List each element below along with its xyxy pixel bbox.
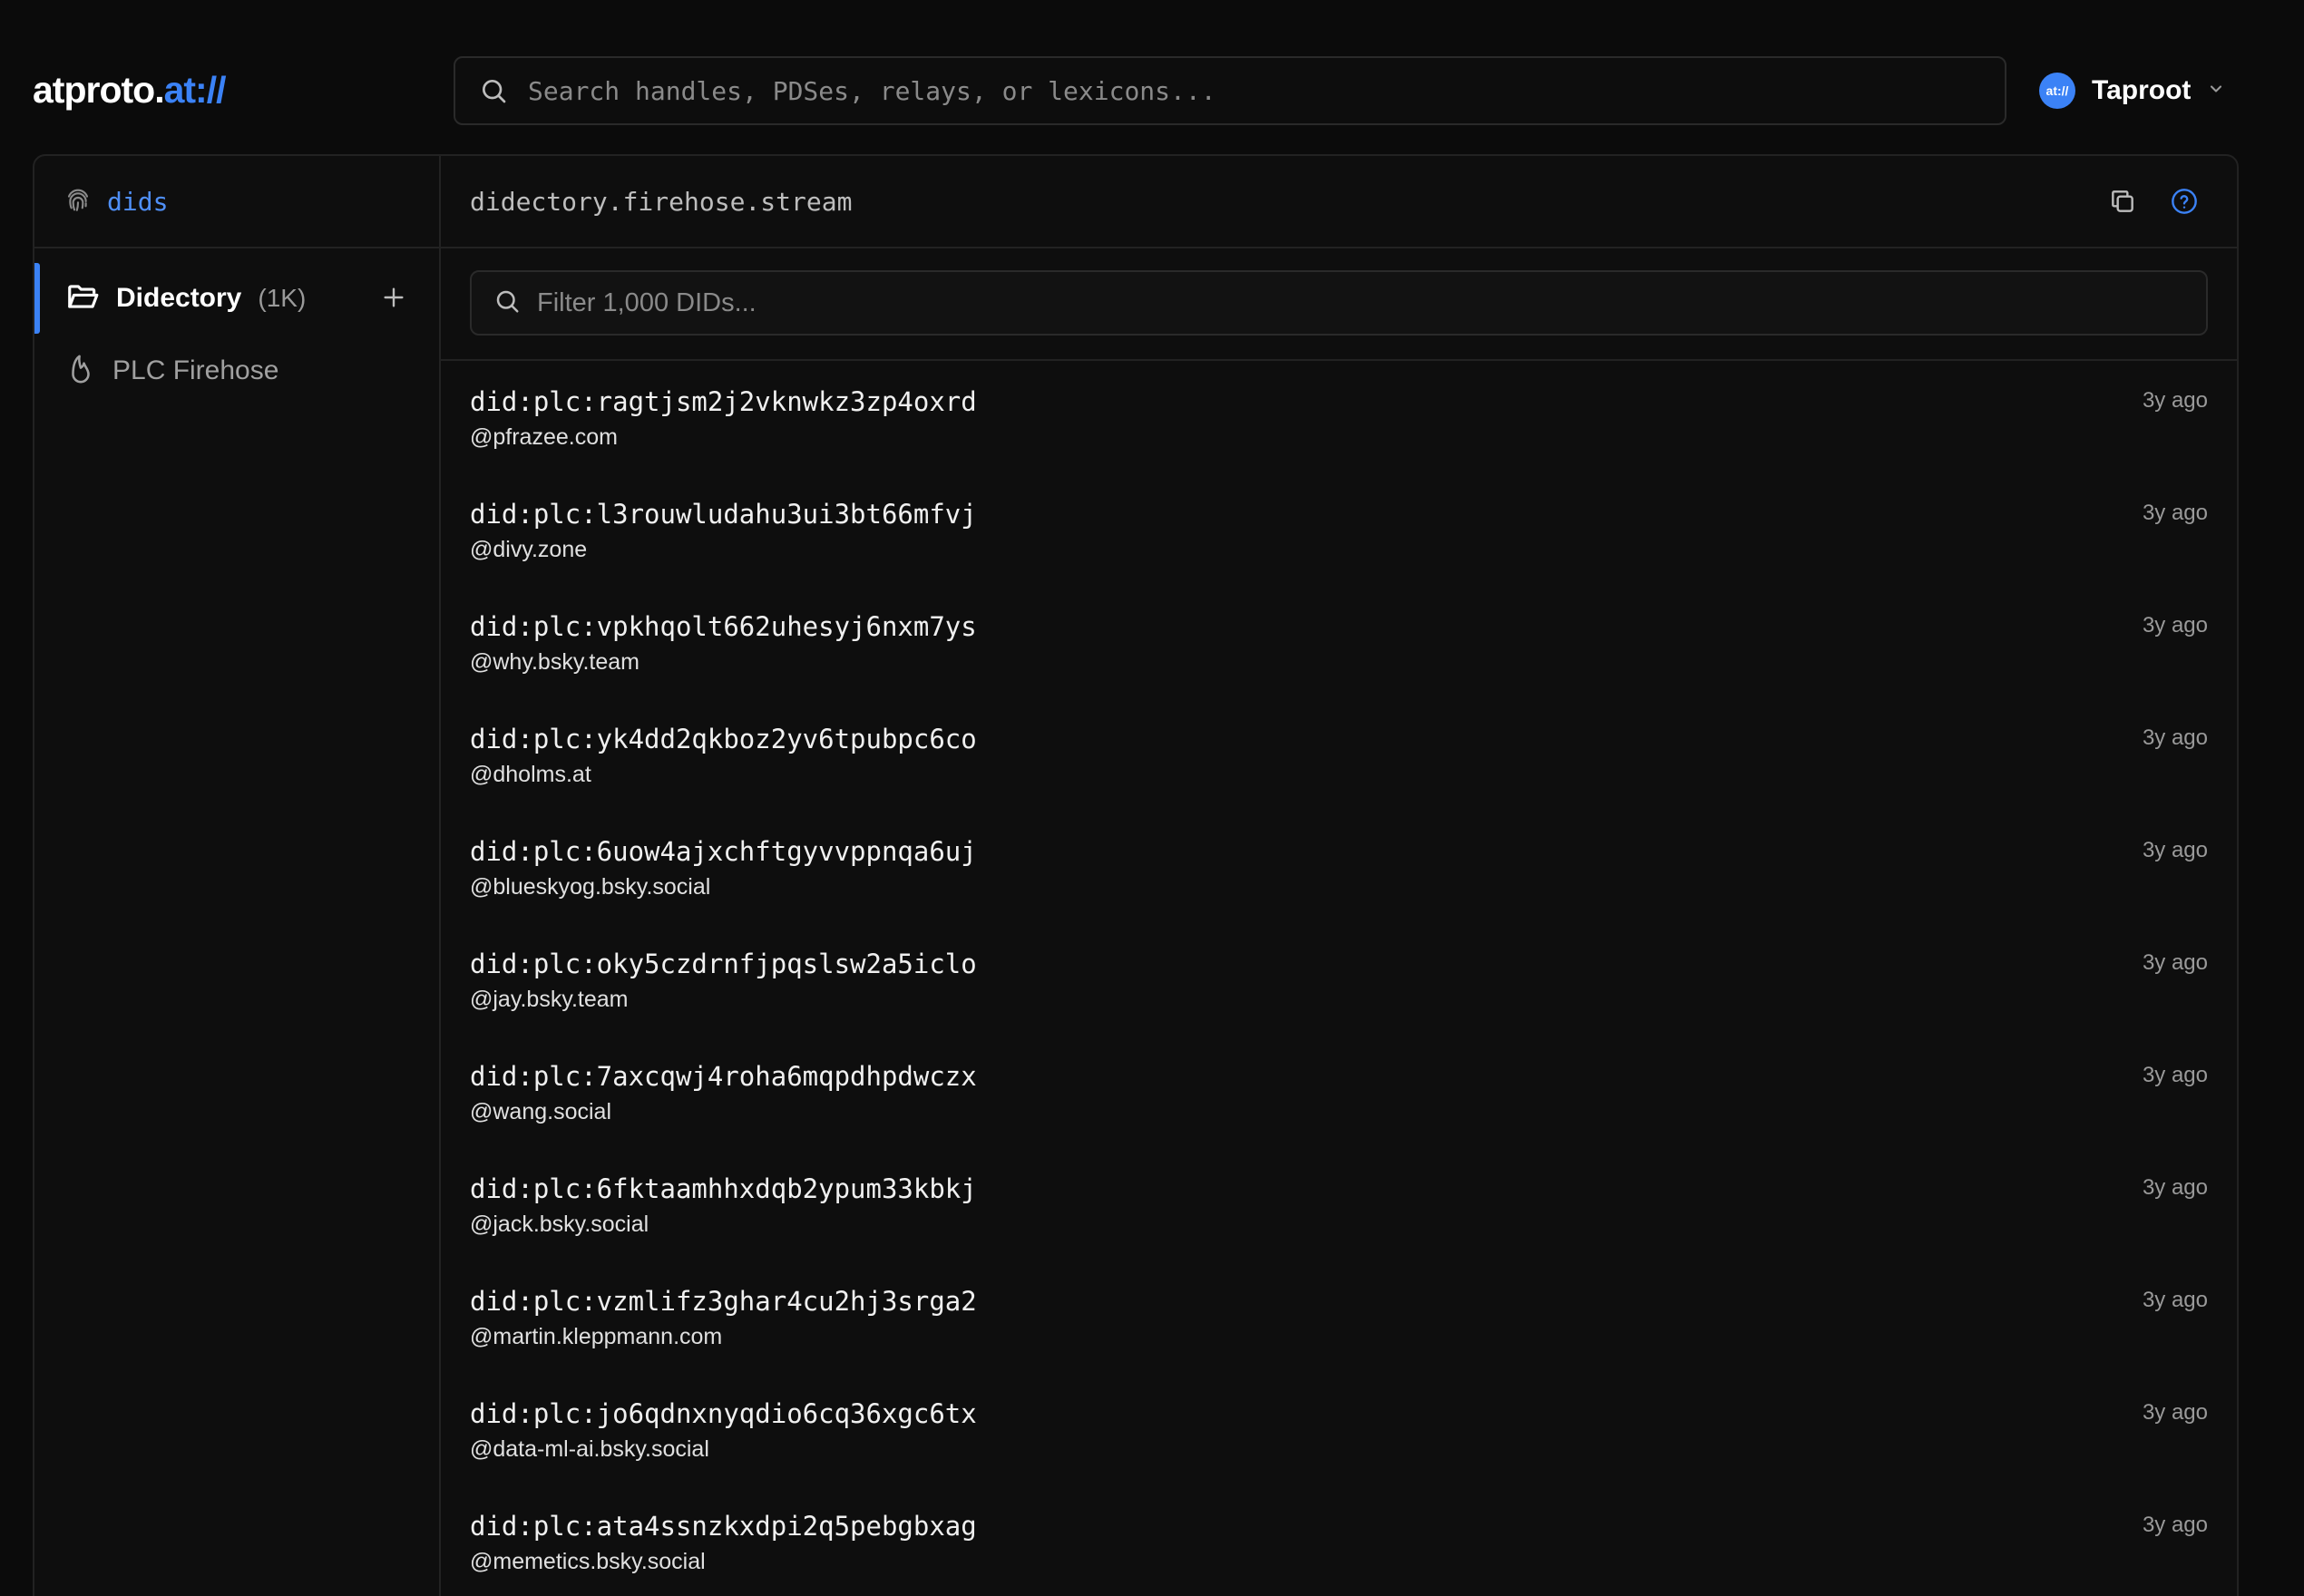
content-area: didectory.firehose.stream Filter 1,000 D… [441,156,2237,1596]
did-list-item[interactable]: did:plc:6uow4ajxchftgyvvppnqa6uj @bluesky… [470,811,2208,923]
search-icon [479,76,508,105]
did-handle[interactable]: @blueskyog.bsky.social [470,874,710,900]
did-value[interactable]: did:plc:7axcqwj4roha6mqpdhpdwczx [470,1061,977,1092]
did-handle[interactable]: @wang.social [470,1099,611,1125]
did-handle[interactable]: @divy.zone [470,537,587,563]
did-timestamp: 3y ago [2142,388,2208,413]
help-icon[interactable] [2170,187,2199,220]
did-list-item[interactable]: did:plc:ragtjsm2j2vknwkz3zp4oxrd @pfrazee… [470,361,2208,473]
did-timestamp: 3y ago [2142,838,2208,862]
filter-dids-input[interactable]: Filter 1,000 DIDs... [470,270,2208,336]
account-menu-button[interactable]: at:// Taproot [2039,69,2225,112]
did-timestamp: 3y ago [2142,1063,2208,1087]
did-list-item[interactable]: did:plc:vzmlifz3ghar4cu2hj3srga2 @martin.… [470,1260,2208,1373]
did-value[interactable]: did:plc:ata4ssnzkxdpi2q5pebgbxag [470,1511,977,1542]
main-panel: dids Didectory (1K) PLC Firehose didecto… [33,154,2239,1596]
did-list-item[interactable]: did:plc:ata4ssnzkxdpi2q5pebgbxag @memetic… [470,1485,2208,1596]
flame-icon [65,354,96,389]
sidebar-item-count: (1K) [258,284,307,312]
sidebar: dids Didectory (1K) PLC Firehose [34,156,441,1596]
did-handle[interactable]: @pfrazee.com [470,424,618,451]
logo-text: atproto. [33,69,165,111]
content-header: didectory.firehose.stream [441,156,2237,248]
did-value[interactable]: did:plc:ragtjsm2j2vknwkz3zp4oxrd [470,386,977,417]
did-handle[interactable]: @dholms.at [470,762,591,788]
account-name: Taproot [2092,75,2192,105]
did-list-item[interactable]: did:plc:6fktaamhhxdqb2ypum33kbkj @jack.bs… [470,1148,2208,1260]
did-list-item[interactable]: did:plc:vpkhqolt662uhesyj6nxm7ys @why.bsk… [470,586,2208,698]
did-timestamp: 3y ago [2142,725,2208,750]
did-timestamp: 3y ago [2142,1175,2208,1200]
search-placeholder: Search handles, PDSes, relays, or lexico… [528,75,1216,106]
global-search-input[interactable]: Search handles, PDSes, relays, or lexico… [454,56,2006,125]
sidebar-item-label: PLC Firehose [112,355,279,385]
chevron-down-icon [2207,80,2225,102]
did-handle[interactable]: @why.bsky.team [470,649,639,676]
did-list-item[interactable]: did:plc:l3rouwludahu3ui3bt66mfvj @divy.zo… [470,473,2208,586]
did-list-item[interactable]: did:plc:7axcqwj4roha6mqpdhpdwczx @wang.so… [470,1036,2208,1148]
did-handle[interactable]: @data-ml-ai.bsky.social [470,1436,709,1463]
did-handle[interactable]: @jack.bsky.social [470,1212,649,1238]
did-list-item[interactable]: did:plc:oky5czdrnfjpqslsw2a5iclo @jay.bsk… [470,923,2208,1036]
folder-open-icon [65,279,100,318]
sidebar-item-label: Didectory [116,283,242,313]
sidebar-header[interactable]: dids [34,156,439,248]
copy-icon[interactable] [2108,187,2137,220]
sidebar-item-didectory[interactable]: Didectory (1K) [34,263,439,334]
did-value[interactable]: did:plc:vzmlifz3ghar4cu2hj3srga2 [470,1286,977,1317]
did-value[interactable]: did:plc:jo6qdnxnyqdio6cq36xgc6tx [470,1398,977,1429]
logo-accent-text: at:// [163,69,227,111]
did-timestamp: 3y ago [2142,1513,2208,1537]
fingerprint-icon [63,185,93,219]
app-logo[interactable]: atproto.at:// [33,67,226,112]
did-list-item[interactable]: did:plc:jo6qdnxnyqdio6cq36xgc6tx @data-ml… [470,1373,2208,1485]
sidebar-item-plc-firehose[interactable]: PLC Firehose [34,336,439,406]
did-handle[interactable]: @martin.kleppmann.com [470,1324,722,1350]
did-value[interactable]: did:plc:vpkhqolt662uhesyj6nxm7ys [470,611,977,642]
did-timestamp: 3y ago [2142,501,2208,525]
did-value[interactable]: did:plc:6fktaamhhxdqb2ypum33kbkj [470,1173,977,1204]
search-icon [493,287,521,319]
did-handle[interactable]: @jay.bsky.team [470,987,629,1013]
filter-row: Filter 1,000 DIDs... [441,248,2237,361]
add-icon[interactable] [379,283,408,316]
avatar: at:// [2039,73,2075,109]
sidebar-section-label: dids [107,186,169,217]
did-timestamp: 3y ago [2142,1288,2208,1312]
did-value[interactable]: did:plc:oky5czdrnfjpqslsw2a5iclo [470,949,977,979]
did-list-item[interactable]: did:plc:yk4dd2qkboz2yv6tpubpc6co @dholms.… [470,698,2208,811]
did-handle[interactable]: @memetics.bsky.social [470,1549,706,1575]
did-timestamp: 3y ago [2142,613,2208,637]
did-timestamp: 3y ago [2142,950,2208,975]
content-title: didectory.firehose.stream [470,186,853,217]
filter-placeholder: Filter 1,000 DIDs... [537,287,757,317]
did-timestamp: 3y ago [2142,1400,2208,1425]
did-value[interactable]: did:plc:l3rouwludahu3ui3bt66mfvj [470,499,977,530]
did-value[interactable]: did:plc:6uow4ajxchftgyvvppnqa6uj [470,836,977,867]
did-value[interactable]: did:plc:yk4dd2qkboz2yv6tpubpc6co [470,724,977,754]
